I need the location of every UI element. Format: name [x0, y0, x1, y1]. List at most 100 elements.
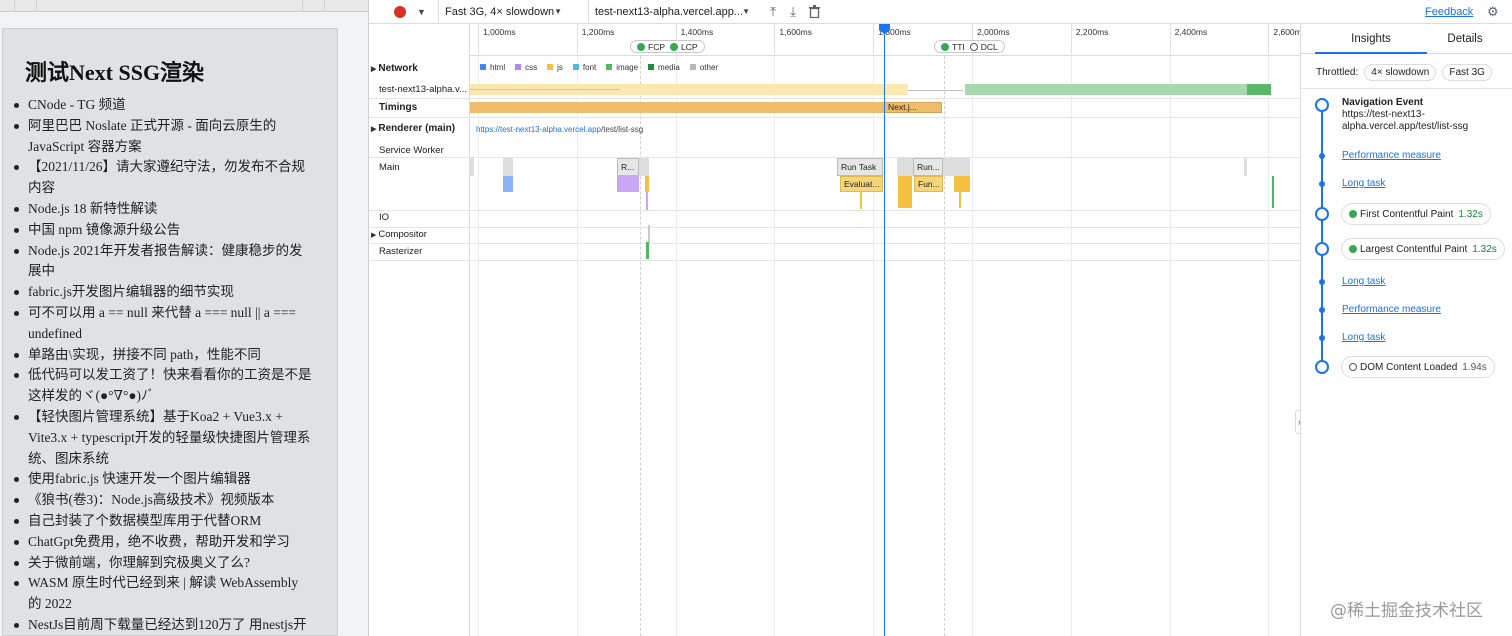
legend-swatch [515, 64, 522, 70]
list-item[interactable]: 自己封装了个数据模型库用于代替ORM [14, 511, 337, 532]
network-image-bar-end[interactable] [1247, 84, 1271, 95]
record-options-dropdown[interactable]: ▼ [417, 0, 427, 23]
nextjs-timing-bar[interactable]: Next.j... [884, 102, 942, 113]
list-item[interactable]: 【轻快图片管理系统】基于Koa2 + Vue3.x + Vite3.x + ty… [14, 407, 337, 469]
service-worker-track-label: Service Worker [379, 145, 444, 156]
ruler-tick: 1,000ms [478, 24, 516, 56]
legend-item: other [689, 63, 718, 72]
long-task-link[interactable]: Long task [1342, 178, 1385, 189]
timeline-panel[interactable]: 1,000ms 1,200ms 1,400ms 1,600ms 1,800ms 2,000… [369, 24, 1300, 636]
style-layout-slice[interactable] [617, 176, 639, 192]
legend-item: html [480, 63, 505, 72]
performance-measure-link[interactable]: Performance measure [1342, 304, 1441, 315]
renderer-url-host[interactable]: https://test-next13-alpha.vercel.app [476, 125, 601, 134]
list-item[interactable]: Node.js 2021年开发者报告解读：健康稳步的发展中 [14, 241, 337, 283]
feedback-link[interactable]: Feedback [1425, 0, 1473, 23]
style-slice[interactable] [646, 192, 648, 210]
network-track-header[interactable]: ▶ Network [371, 63, 418, 74]
throttling-select[interactable]: Fast 3G, 4× slowdown ▼ [438, 0, 568, 23]
tti-marker-label: TTI [952, 41, 965, 52]
tab-insights[interactable]: Insights [1315, 24, 1427, 54]
target-select[interactable]: test-next13-alpha.vercel.app... ▼ [588, 0, 756, 23]
list-item[interactable]: 中国 npm 镜像源升级公告 [14, 220, 337, 241]
lcp-pill[interactable]: Largest Contentful Paint 1.32s [1341, 238, 1505, 260]
function-call-box[interactable]: Fun... [914, 176, 943, 192]
list-item[interactable]: 单路由\实现，拼接不同 path，性能不同 [14, 345, 337, 366]
script-slice[interactable] [645, 176, 649, 192]
ruler-tick: 2,200ms [1070, 24, 1108, 56]
tti-dcl-markers[interactable]: TTI DCL [934, 40, 1005, 53]
list-item[interactable]: 【2021/11/26】请大家遵纪守法，勿发布不合规内容 [14, 157, 337, 199]
network-request-whisker [470, 89, 620, 90]
script-slice[interactable] [898, 176, 912, 208]
compositor-track-header[interactable]: ▶ Compositor [371, 229, 427, 240]
list-item[interactable]: 可不可以用 a == null 来代替 a === null || a === … [14, 303, 337, 345]
task-slice[interactable] [470, 158, 474, 176]
long-task-link[interactable]: Long task [1342, 332, 1385, 343]
legend-swatch [480, 64, 486, 70]
fcp-pill[interactable]: First Contentful Paint 1.32s [1341, 203, 1491, 225]
renderer-track-header[interactable]: ▶ Renderer (main) [371, 123, 455, 134]
trash-icon[interactable] [807, 0, 821, 23]
upload-icon[interactable]: ⤒ [766, 0, 780, 23]
list-item[interactable]: CNode - TG 频道 [14, 95, 337, 116]
run-task-box[interactable]: Run Task [837, 158, 883, 176]
timing-bar[interactable] [470, 102, 884, 113]
list-item[interactable]: 关于微前端，你理解到究极奥义了么? [14, 553, 337, 574]
long-task-link[interactable]: Long task [1342, 276, 1385, 287]
task-slice[interactable] [1244, 158, 1247, 176]
playhead-line[interactable] [884, 24, 885, 636]
download-icon[interactable]: ⤓ [786, 0, 800, 23]
dcl-pill[interactable]: DOM Content Loaded 1.94s [1341, 356, 1495, 378]
navigation-event[interactable]: Navigation Event https://test-next13-alp… [1342, 97, 1507, 133]
network-legend: html css js font image media other [480, 63, 718, 72]
legend-label: media [658, 63, 680, 72]
script-slice[interactable] [954, 176, 970, 192]
insights-timeline-line [1321, 104, 1323, 366]
throttling-summary: Throttled: 4× slowdown Fast 3G [1316, 64, 1492, 81]
script-slice[interactable] [959, 192, 961, 208]
tti-marker[interactable]: TTI [941, 42, 965, 52]
task-slice[interactable] [943, 158, 970, 176]
list-item[interactable]: WASM 原生时代已经到来 | 解读 WebAssembly 的 2022 [14, 573, 337, 615]
task-slice[interactable] [639, 158, 649, 176]
performance-measure-link[interactable]: Performance measure [1342, 150, 1441, 161]
network-track-label: Network [378, 63, 418, 74]
list-item[interactable]: Node.js 18 新特性解读 [14, 199, 337, 220]
green-dot-icon [670, 42, 678, 51]
lcp-pill-label: Largest Contentful Paint [1360, 243, 1468, 255]
page-preview-scrollbar[interactable] [339, 28, 368, 636]
timings-track-label[interactable]: Timings [379, 102, 417, 113]
script-slice[interactable] [860, 192, 862, 209]
navigation-node-icon [1315, 98, 1329, 112]
record-button[interactable] [394, 0, 408, 23]
task-slice[interactable] [897, 158, 913, 176]
row-divider [369, 210, 1300, 211]
task-slice[interactable] [503, 158, 513, 176]
parse-html-slice[interactable] [503, 176, 513, 192]
raster-slice[interactable] [646, 242, 649, 259]
page-title: 测试Next SSG渲染 [25, 60, 205, 85]
list-item[interactable]: 使用fabric.js 快速开发一个图片编辑器 [14, 469, 337, 490]
ruler-tick: 2,600ms [1268, 24, 1300, 56]
list-item[interactable]: fabric.js开发图片编辑器的细节实现 [14, 282, 337, 303]
list-item[interactable]: 低代码可以发工资了！快来看看你的工资是不是这样发的ヾ(●°∇°●)ﾉﾞ [14, 365, 337, 407]
lcp-marker[interactable]: LCP [670, 42, 698, 52]
list-item[interactable]: NestJs目前周下载量已经达到120万了 用nestjs开发 [14, 615, 337, 635]
dcl-marker[interactable]: DCL [969, 42, 998, 52]
compositor-slice[interactable] [648, 225, 650, 243]
renderer-url[interactable]: https://test-next13-alpha.vercel.app/tes… [476, 125, 643, 134]
run-task-box[interactable]: Run... [913, 158, 943, 176]
paint-slice[interactable] [1272, 176, 1274, 208]
evaluate-script-box[interactable]: Evaluat... [840, 176, 883, 192]
row-divider [369, 98, 1300, 99]
fcp-lcp-markers[interactable]: FCP LCP [630, 40, 705, 53]
network-image-bar[interactable] [965, 84, 1247, 95]
list-item[interactable]: ChatGpt免费用，绝不收费，帮助开发和学习 [14, 532, 337, 553]
tab-details[interactable]: Details [1429, 24, 1501, 54]
run-task-box[interactable]: R... [617, 158, 639, 176]
list-item[interactable]: 《狼书(卷3)：Node.js高级技术》视频版本 [14, 490, 337, 511]
list-item[interactable]: 阿里巴巴 Noslate 正式开源 - 面向云原生的 JavaScript 容器… [14, 116, 337, 158]
fcp-marker[interactable]: FCP [637, 42, 665, 52]
gear-icon[interactable]: ⚙ [1487, 0, 1499, 23]
